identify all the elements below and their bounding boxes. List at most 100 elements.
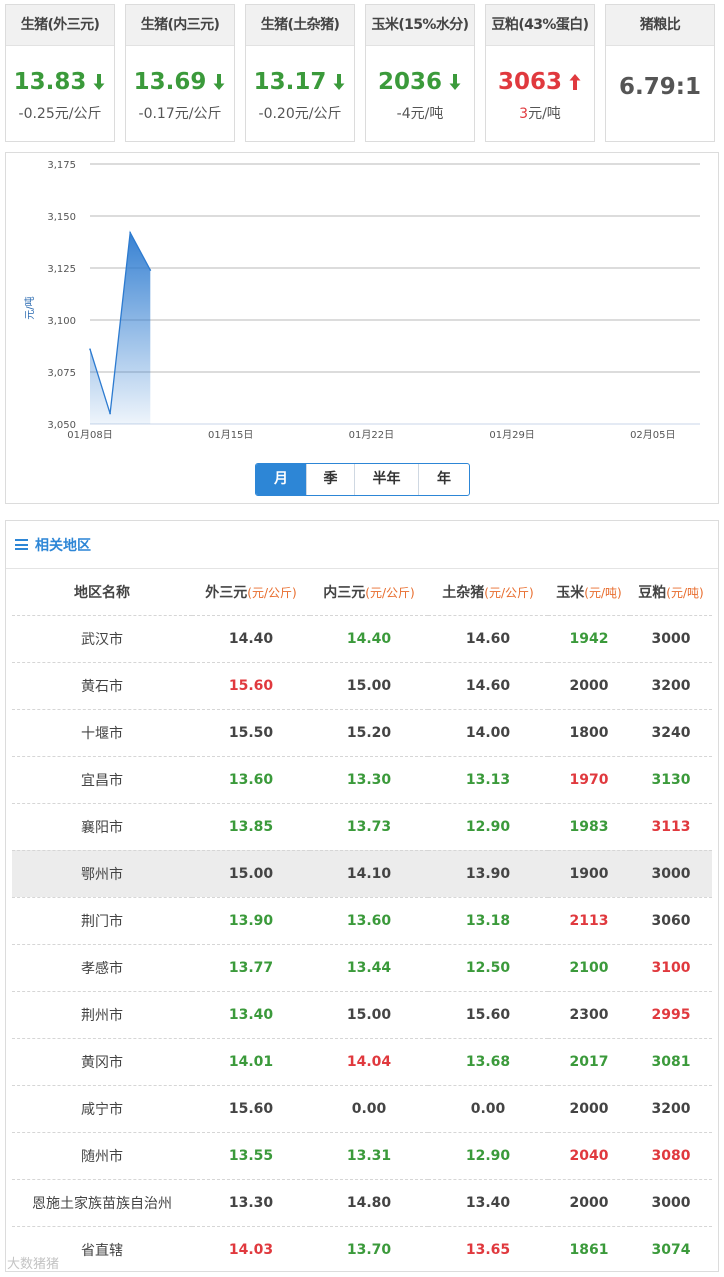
table-cell: 13.68 [428,1038,548,1086]
range-tabs: 月 季 半年 年 [255,463,470,496]
tab-month[interactable]: 月 [256,464,306,495]
card-price: 2036 [377,69,442,95]
table-cell: 13.73 [310,803,428,851]
tab-year[interactable]: 年 [418,464,469,495]
card-price-row: 2036 [366,67,474,97]
table-cell: 2995 [630,991,712,1039]
tab-half-year[interactable]: 半年 [354,464,418,495]
y-tick-label: 3,100 [47,316,76,327]
region-name[interactable]: 随州市 [12,1132,192,1180]
table-cell: 3080 [630,1132,712,1180]
region-name[interactable]: 荆州市 [12,991,192,1039]
arrow-down-icon [93,74,105,90]
table-cell: 15.00 [310,991,428,1039]
table-cell: 14.40 [310,615,428,663]
table-row[interactable]: 省直辖 14.03 13.70 13.65 1861 3074 [12,1226,712,1271]
region-name[interactable]: 孝感市 [12,944,192,992]
table-cell: 3100 [630,944,712,992]
table-row[interactable]: 十堰市 15.50 15.20 14.00 1800 3240 [12,709,712,757]
table-cell: 14.60 [428,615,548,663]
card-corn[interactable]: 玉米(15%水分) 2036 -4元/吨 [365,4,475,142]
table-cell: 12.90 [428,803,548,851]
table-cell: 3113 [630,803,712,851]
table-cell: 2113 [548,897,630,945]
table-cell: 13.65 [428,1226,548,1271]
region-name[interactable]: 黄石市 [12,662,192,710]
card-pig-inner[interactable]: 生猪(内三元) 13.69 -0.17元/公斤 [125,4,235,142]
price-chart: 3,1753,1503,1253,1003,0753,050 01月08日 01月… [23,160,700,441]
table-cell: 13.85 [192,803,310,851]
table-row[interactable]: 鄂州市 15.00 14.10 13.90 1900 3000 [12,850,712,898]
table-cell: 3000 [630,1179,712,1227]
card-price-row: 13.69 [126,67,234,97]
table-cell: 14.00 [428,709,548,757]
table-row[interactable]: 随州市 13.55 13.31 12.90 2040 3080 [12,1132,712,1180]
table-cell: 3240 [630,709,712,757]
table-cell: 2300 [548,991,630,1039]
card-title: 生猪(土杂猪) [246,5,354,46]
region-name[interactable]: 鄂州市 [12,850,192,898]
table-row[interactable]: 咸宁市 15.60 0.00 0.00 2000 3200 [12,1085,712,1133]
x-tick-label: 02月05日 [630,429,675,441]
table-cell: 14.60 [428,662,548,710]
table-row[interactable]: 恩施土家族苗族自治州 13.30 14.80 13.40 2000 3000 [12,1179,712,1227]
card-pig-grain-ratio[interactable]: 猪粮比 6.79:1 [605,4,715,142]
table-cell: 13.31 [310,1132,428,1180]
arrow-down-icon [333,74,345,90]
region-name[interactable]: 襄阳市 [12,803,192,851]
region-name[interactable]: 咸宁市 [12,1085,192,1133]
table-row[interactable]: 武汉市 14.40 14.40 14.60 1942 3000 [12,615,712,663]
table-cell: 0.00 [428,1085,548,1133]
table-cell: 3200 [630,662,712,710]
table-cell: 3060 [630,897,712,945]
table-row[interactable]: 黄石市 15.60 15.00 14.60 2000 3200 [12,662,712,710]
table-header-row: 地区名称 外三元(元/公斤) 内三元(元/公斤) 土杂猪(元/公斤) 玉米(元/… [12,569,712,616]
table-row[interactable]: 黄冈市 14.01 14.04 13.68 2017 3081 [12,1038,712,1086]
card-pig-outer[interactable]: 生猪(外三元) 13.83 -0.25元/公斤 [5,4,115,142]
table-cell: 13.55 [192,1132,310,1180]
y-tick-label: 3,150 [47,212,76,223]
region-name[interactable]: 黄冈市 [12,1038,192,1086]
table-row[interactable]: 孝感市 13.77 13.44 12.50 2100 3100 [12,944,712,992]
table-row[interactable]: 荆门市 13.90 13.60 13.18 2113 3060 [12,897,712,945]
card-title: 生猪(外三元) [6,5,114,46]
menu-icon [15,539,28,550]
col-label: 外三元 [205,584,248,601]
card-change: -0.25元/公斤 [18,106,102,122]
col-header-inner: 内三元(元/公斤) [310,569,428,616]
table-cell: 1900 [548,850,630,898]
card-title: 玉米(15%水分) [366,5,474,46]
col-header-soymeal: 豆粕(元/吨) [630,569,712,616]
tab-quarter[interactable]: 季 [306,464,354,495]
table-cell: 1861 [548,1226,630,1271]
region-name[interactable]: 宜昌市 [12,756,192,804]
table-row[interactable]: 荆州市 13.40 15.00 15.60 2300 2995 [12,991,712,1039]
table-cell: 13.40 [428,1179,548,1227]
region-name[interactable]: 恩施土家族苗族自治州 [12,1179,192,1227]
table-cell: 14.10 [310,850,428,898]
region-name[interactable]: 十堰市 [12,709,192,757]
region-name[interactable]: 武汉市 [12,615,192,663]
table-cell: 12.90 [428,1132,548,1180]
table-cell: 13.90 [192,897,310,945]
table-cell: 15.00 [192,850,310,898]
table-cell: 1970 [548,756,630,804]
table-cell: 13.44 [310,944,428,992]
table-row[interactable]: 襄阳市 13.85 13.73 12.90 1983 3113 [12,803,712,851]
table-row[interactable]: 宜昌市 13.60 13.30 13.13 1970 3130 [12,756,712,804]
table-cell: 14.04 [310,1038,428,1086]
card-soymeal[interactable]: 豆粕(43%蛋白) 3063 3元/吨 [485,4,595,142]
table-cell: 1983 [548,803,630,851]
x-tick-label: 01月22日 [349,429,394,441]
col-header-region: 地区名称 [12,569,192,616]
arrow-down-icon [213,74,225,90]
card-pig-local[interactable]: 生猪(土杂猪) 13.17 -0.20元/公斤 [245,4,355,142]
card-change: -4元/吨 [396,106,444,122]
region-name[interactable]: 荆门市 [12,897,192,945]
card-price-row: 13.83 [6,67,114,97]
x-tick-label: 01月08日 [67,429,112,441]
y-tick-label: 3,125 [47,264,76,275]
region-title: 相关地区 [35,537,91,554]
table-cell: 2000 [548,1085,630,1133]
card-price: 6.79:1 [619,74,701,100]
